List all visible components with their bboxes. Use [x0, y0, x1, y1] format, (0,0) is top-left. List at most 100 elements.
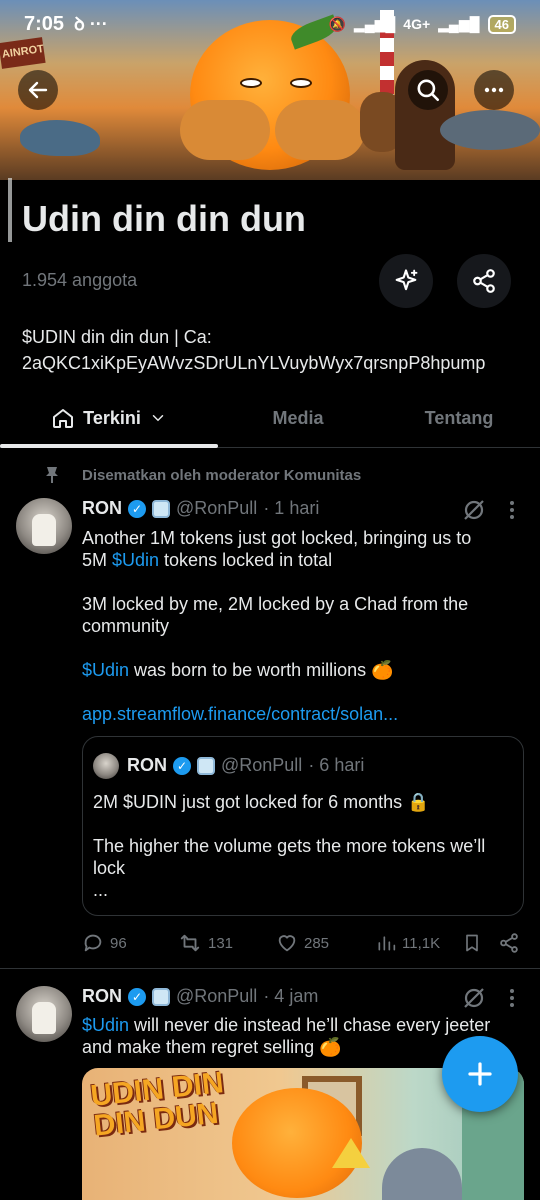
tab-media[interactable]: Media	[218, 388, 378, 448]
tab-latest-label: Terkini	[83, 407, 141, 428]
community-tabs: Terkini Media Tentang	[0, 388, 540, 448]
grok-icon[interactable]	[462, 986, 486, 1016]
banner-arm-left	[180, 100, 270, 160]
search-button[interactable]	[408, 70, 448, 110]
media-orange-character	[232, 1088, 362, 1198]
avatar[interactable]	[16, 498, 72, 554]
cashtag-link[interactable]: $Udin	[82, 660, 129, 680]
post-time[interactable]: · 1 hari	[263, 498, 319, 519]
quote-header: RON ✓ @RonPull · 6 hari	[127, 755, 364, 776]
post-line: Another 1M tokens just got locked, bring…	[82, 528, 472, 548]
status-bar: 7:05 ꝺ ··· 🔕 ▂▄▆█ 4G+ ▂▄▆█ 46	[0, 0, 540, 48]
verified-badge-icon: ✓	[173, 756, 191, 775]
like-button[interactable]: 285	[276, 928, 329, 958]
media-title-art: UDIN DIN DIN DUN	[89, 1068, 226, 1143]
author-name[interactable]: RON	[82, 986, 122, 1007]
post-header: RON ✓ @RonPull · 1 hari	[82, 498, 319, 519]
signal-icon-2: ▂▄▆█	[438, 15, 480, 32]
banner-shark	[20, 120, 100, 156]
reply-count: 96	[110, 934, 127, 952]
status-time: 7:05	[24, 12, 65, 35]
affiliation-badge-icon	[152, 987, 170, 1006]
tab-latest[interactable]: Terkini	[0, 388, 218, 448]
post-more-icon[interactable]	[504, 498, 520, 528]
views-chart-icon	[378, 936, 396, 951]
view-count: 11,1K	[402, 934, 441, 952]
post-line: community	[82, 616, 170, 636]
repost-icon	[180, 934, 200, 952]
quote-line: 2M $UDIN just got locked for 6 months 🔒	[93, 792, 430, 812]
community-description: $UDIN din din dun | Ca: 2aQKC1xiKpEyAWvz…	[22, 324, 522, 376]
pinned-label: Disematkan oleh moderator Komunitas	[82, 466, 362, 484]
pin-icon	[46, 467, 58, 483]
network-type: 4G+	[403, 16, 431, 32]
search-icon	[417, 79, 440, 102]
more-horizontal-icon	[484, 87, 504, 93]
banner-arm-right	[275, 100, 365, 160]
quote-author-name: RON	[127, 755, 167, 775]
repost-count: 131	[208, 934, 234, 952]
media-cat	[382, 1148, 462, 1200]
grok-icon[interactable]	[462, 498, 486, 528]
signal-icon: ▂▄▆█	[353, 15, 396, 32]
pinned-indicator: Disematkan oleh moderator Komunitas	[44, 466, 361, 484]
post-more-icon[interactable]	[504, 986, 520, 1016]
post-body[interactable]: Another 1M tokens just got locked, bring…	[82, 527, 522, 725]
tab-about[interactable]: Tentang	[378, 388, 540, 448]
views-button[interactable]: 11,1K	[376, 928, 440, 958]
post-line: 3M locked by me, 2M locked by a Chad fro…	[82, 594, 469, 614]
grok-sparkle-button[interactable]	[379, 254, 433, 308]
back-button[interactable]	[18, 70, 58, 110]
reply-icon	[84, 934, 102, 952]
quote-body: 2M $UDIN just got locked for 6 months 🔒 …	[93, 791, 513, 901]
quote-line: The higher the volume gets the more toke…	[93, 836, 486, 856]
quote-line: ...	[93, 880, 109, 900]
plus-icon	[468, 1062, 492, 1086]
community-title: Udin din din dun	[22, 198, 306, 239]
post-line: 5M $Udin tokens locked in total	[82, 550, 333, 570]
description-line-1: $UDIN din din dun | Ca:	[22, 327, 212, 347]
affiliation-badge-icon	[152, 499, 170, 518]
post-actions: 96 131 285 11,1K	[82, 928, 522, 958]
author-handle[interactable]: @RonPull	[176, 986, 257, 1007]
active-tab-indicator	[0, 444, 218, 448]
author-name[interactable]: RON	[82, 498, 122, 519]
cashtag-link[interactable]: $Udin	[82, 1015, 129, 1035]
url-link[interactable]: app.streamflow.finance/contract/solan...	[82, 703, 522, 725]
avatar[interactable]	[16, 986, 72, 1042]
compose-post-button[interactable]	[442, 1036, 518, 1112]
cashtag-link[interactable]: $Udin	[112, 550, 159, 570]
bookmark-icon	[466, 934, 478, 952]
banner-eye-left	[240, 78, 262, 88]
contract-address: 2aQKC1xiKpEyAWvzSDrULnYLVuybWyx7qrsnpP8h…	[22, 353, 486, 373]
post-line: $Udin will never die instead he’ll chase…	[82, 1015, 491, 1035]
more-options-button[interactable]	[474, 70, 514, 110]
post-divider	[0, 968, 540, 969]
affiliation-badge-icon	[197, 756, 215, 775]
repost-button[interactable]: 131	[178, 928, 233, 958]
member-count[interactable]: 1.954 anggota	[22, 270, 137, 291]
post-share-button[interactable]	[498, 928, 520, 958]
author-handle[interactable]: @RonPull	[176, 498, 257, 519]
quote-author-handle: @RonPull	[221, 755, 303, 775]
quote-time: · 6 hari	[308, 755, 365, 775]
like-count: 285	[304, 934, 330, 952]
arrow-left-icon	[28, 81, 48, 99]
sparkle-icon	[395, 269, 418, 291]
share-icon	[500, 933, 518, 953]
quoted-post[interactable]: RON ✓ @RonPull · 6 hari 2M $UDIN just go…	[82, 736, 524, 916]
heart-icon	[278, 935, 296, 952]
reply-button[interactable]: 96	[82, 928, 127, 958]
quote-line: lock	[93, 858, 126, 878]
bookmark-button[interactable]	[462, 928, 482, 958]
scroll-indicator	[8, 178, 12, 242]
chevron-down-icon	[152, 415, 164, 422]
post-time[interactable]: · 4 jam	[263, 986, 318, 1007]
share-button[interactable]	[457, 254, 511, 308]
share-icon	[473, 269, 495, 293]
banner-ufo	[440, 110, 540, 150]
home-icon	[53, 409, 74, 428]
status-app-icons: ꝺ ···	[74, 14, 108, 34]
alarm-off-icon: 🔕	[328, 15, 346, 32]
post-header: RON ✓ @RonPull · 4 jam	[82, 986, 318, 1007]
